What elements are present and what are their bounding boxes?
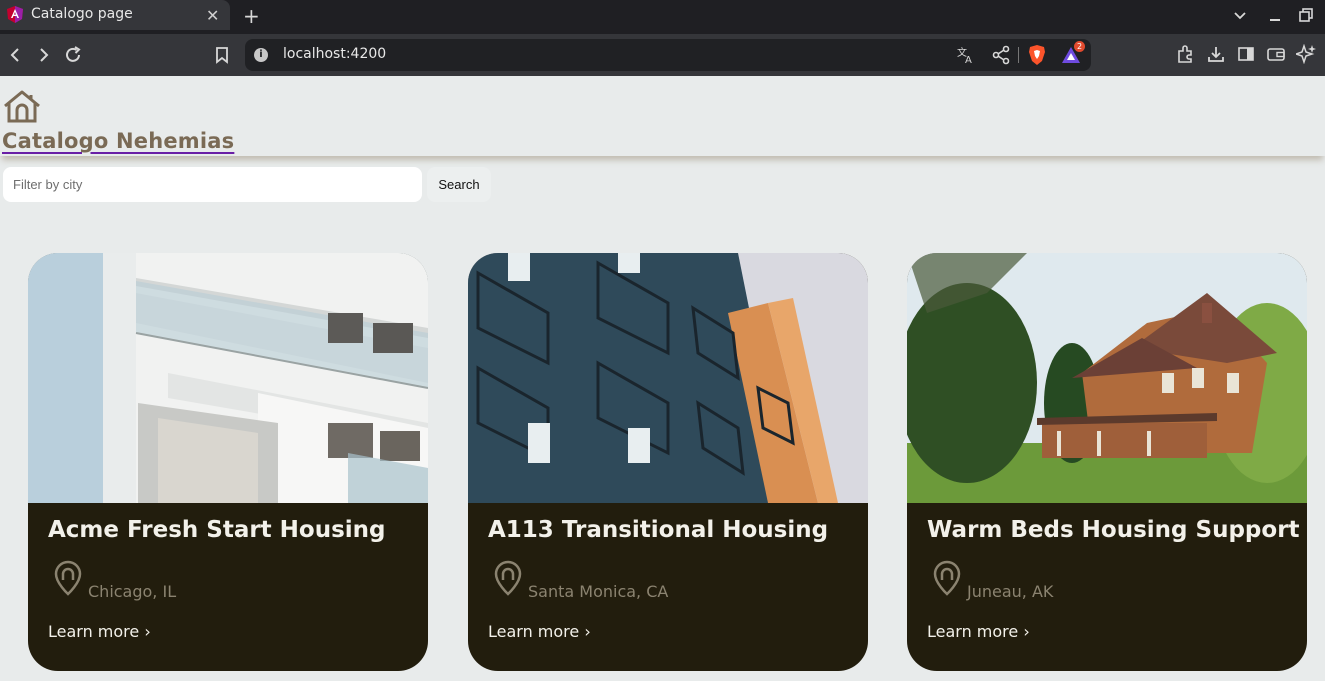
close-tab-icon[interactable]: ✕: [206, 6, 219, 25]
wallet-icon[interactable]: [1266, 44, 1286, 64]
listing-card: A113 Transitional Housing Santa Monica, …: [468, 253, 868, 671]
url-text[interactable]: localhost:4200: [283, 46, 386, 62]
tab-title: Catalogo page: [31, 6, 133, 22]
site-info-icon[interactable]: i: [254, 48, 268, 62]
listing-photo: [28, 253, 428, 503]
download-icon[interactable]: [1206, 44, 1226, 64]
brave-shields-icon[interactable]: [1027, 44, 1047, 66]
svg-text:A: A: [965, 55, 972, 65]
city-filter-input[interactable]: [3, 167, 422, 202]
browser-toolbar: i localhost:4200 文 A 2: [0, 34, 1325, 76]
minimize-icon[interactable]: [1268, 9, 1282, 23]
listing-card: Warm Beds Housing Support Juneau, AK Lea…: [907, 253, 1307, 671]
search-button[interactable]: Search: [427, 167, 491, 202]
angular-favicon-icon: [7, 6, 23, 23]
share-icon[interactable]: [991, 45, 1011, 65]
location-pin-icon: [54, 560, 82, 596]
new-tab-button[interactable]: +: [243, 4, 260, 28]
listing-name: A113 Transitional Housing: [488, 517, 829, 543]
address-bar[interactable]: i localhost:4200 文 A 2: [245, 39, 1091, 71]
location-pin-icon: [933, 560, 961, 596]
listing-photo: [468, 253, 868, 503]
browser-tab[interactable]: Catalogo page ✕: [0, 0, 230, 30]
listing-name: Acme Fresh Start Housing: [48, 517, 386, 543]
listing-location: Juneau, AK: [967, 582, 1054, 601]
forward-icon[interactable]: [34, 45, 54, 65]
site-header: Catalogo Nehemias: [0, 76, 1325, 156]
listing-photo: [907, 253, 1307, 503]
extensions-icon[interactable]: [1175, 44, 1195, 64]
learn-more-link[interactable]: Learn more ›: [488, 622, 591, 641]
location-pin-icon: [494, 560, 522, 596]
rewards-badge: 2: [1074, 41, 1085, 52]
listing-card: Acme Fresh Start Housing Chicago, IL Lea…: [28, 253, 428, 671]
reload-icon[interactable]: [63, 45, 83, 65]
listing-location: Chicago, IL: [88, 582, 177, 601]
leo-ai-icon[interactable]: [1296, 44, 1316, 64]
back-icon[interactable]: [5, 45, 25, 65]
divider: [1018, 47, 1019, 63]
tab-search-chevron-icon[interactable]: [1233, 9, 1247, 23]
learn-more-link[interactable]: Learn more ›: [927, 622, 1030, 641]
browser-tab-strip: Catalogo page ✕ +: [0, 0, 1325, 34]
restore-icon[interactable]: [1299, 8, 1313, 22]
home-logo-icon[interactable]: [3, 90, 41, 124]
listing-location: Santa Monica, CA: [528, 582, 669, 601]
learn-more-link[interactable]: Learn more ›: [48, 622, 151, 641]
site-title-link[interactable]: Catalogo Nehemias: [2, 129, 234, 153]
bookmark-icon[interactable]: [212, 45, 232, 65]
sidebar-icon[interactable]: [1236, 44, 1256, 64]
listing-name: Warm Beds Housing Support: [927, 517, 1300, 543]
translate-icon[interactable]: 文 A: [956, 45, 976, 65]
